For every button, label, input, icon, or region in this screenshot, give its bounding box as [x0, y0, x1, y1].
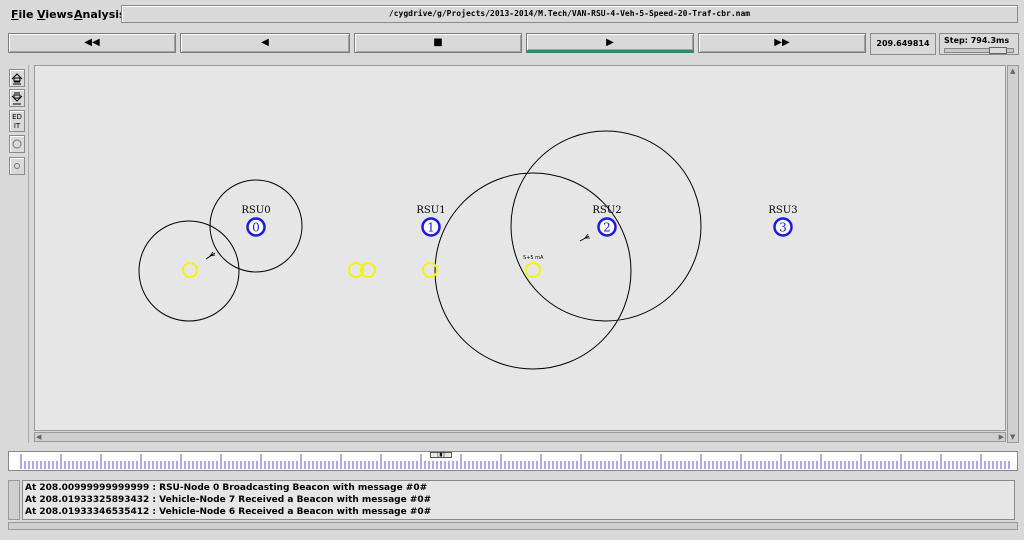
scroll-up-icon[interactable]: ▲ — [1010, 67, 1015, 75]
small-circle-icon — [14, 163, 20, 169]
log-horizontal-scrollbar[interactable] — [8, 522, 1018, 530]
network-canvas[interactable]: RSU0 0 RSU1 1 RSU2 2 RSU3 3 S+5 mA — [34, 65, 1006, 431]
edit-button[interactable]: ED IT — [9, 110, 25, 132]
vehicle-range-circle-1 — [138, 220, 240, 322]
rsu-label: RSU1 — [416, 205, 445, 216]
timeline-ticks — [20, 454, 1010, 469]
canvas-horizontal-scrollbar[interactable]: ◀ ▶ — [34, 432, 1006, 442]
scroll-left-icon[interactable]: ◀ — [36, 433, 41, 441]
rsu-node-id: 0 — [252, 221, 260, 235]
log-vertical-scrollbar[interactable] — [8, 480, 20, 520]
step-back-button[interactable]: ◀ — [180, 33, 350, 53]
scroll-down-icon[interactable]: ▼ — [1010, 433, 1015, 441]
rsu-node-id: 3 — [779, 221, 787, 235]
step-slider[interactable] — [944, 47, 1014, 54]
fast-forward-button[interactable]: ▶▶ — [698, 33, 866, 53]
menu-views[interactable]: Views — [37, 8, 73, 21]
log-entry: At 208.01933325893432 : Vehicle-Node 7 R… — [25, 495, 432, 505]
rewind-button[interactable]: ◀◀ — [8, 33, 176, 53]
rsu-node-id: 1 — [427, 221, 435, 235]
canvas-vertical-scrollbar[interactable]: ▲ ▼ — [1007, 65, 1019, 443]
step-label: Step: 794.3ms — [944, 36, 1010, 45]
menu-analysis[interactable]: Analysis — [74, 8, 126, 21]
menu-file[interactable]: File — [11, 8, 34, 21]
rsu-label: RSU3 — [768, 205, 797, 216]
trace-file-path: /cygdrive/g/Projects/2013-2014/M.Tech/VA… — [121, 5, 1018, 23]
log-entry: At 208.01933346535412 : Vehicle-Node 6 R… — [25, 507, 432, 517]
play-button[interactable]: ▶ — [526, 33, 694, 53]
rsu-label: RSU2 — [592, 205, 621, 216]
menu-bar: File Views Analysis /cygdrive/g/Projects… — [0, 0, 1024, 28]
vehicle-node[interactable] — [182, 262, 198, 278]
zoom-in-icon — [11, 73, 23, 85]
nam-window: File Views Analysis /cygdrive/g/Projects… — [0, 0, 1024, 540]
packet-label: S+5 mA — [523, 255, 544, 261]
zoom-out-button[interactable] — [9, 89, 25, 107]
step-slider-thumb[interactable] — [989, 47, 1007, 54]
node-tool-button[interactable] — [9, 135, 25, 153]
step-control: Step: 794.3ms — [939, 33, 1019, 55]
stop-button[interactable]: ■ — [354, 33, 522, 53]
small-node-tool-button[interactable] — [9, 157, 25, 175]
rsu-node-id: 2 — [603, 221, 611, 235]
current-time: 209.649814 — [870, 33, 936, 55]
timeline-slider[interactable]: ▯▮▯ — [8, 451, 1018, 471]
log-entry: At 208.00999999999999 : RSU-Node 0 Broad… — [25, 483, 428, 493]
zoom-out-icon — [11, 92, 23, 105]
topology-svg: RSU0 0 RSU1 1 RSU2 2 RSU3 3 S+5 mA — [138, 130, 798, 370]
vehicle-node[interactable] — [525, 262, 541, 278]
timeline-thumb[interactable]: ▯▮▯ — [430, 452, 452, 458]
packet-arrow-2 — [579, 235, 590, 242]
vehicle-range-circle-2 — [434, 172, 632, 370]
rsu-label: RSU0 — [241, 205, 270, 216]
zoom-in-button[interactable] — [9, 69, 25, 87]
circle-icon — [12, 139, 22, 149]
scroll-right-icon[interactable]: ▶ — [999, 433, 1004, 441]
annotation-log: At 208.00999999999999 : RSU-Node 0 Broad… — [22, 480, 1015, 520]
